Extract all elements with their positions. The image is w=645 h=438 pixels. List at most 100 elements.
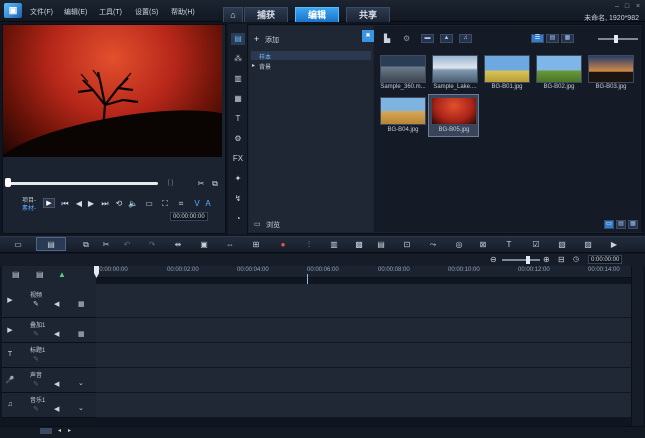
media-thumb-2[interactable] — [484, 55, 530, 83]
storyboard-view-icon[interactable]: ▭ — [12, 239, 24, 250]
media-thumb-5[interactable] — [380, 97, 426, 125]
speed-icon[interactable]: ◔ — [231, 213, 245, 225]
menu-edit[interactable]: 编辑(E) — [64, 7, 87, 17]
close-icon[interactable]: × — [633, 3, 643, 11]
mixer-icon[interactable]: ⫶ — [303, 239, 315, 250]
menu-help[interactable]: 帮助(H) — [171, 7, 195, 17]
multi-cam-icon[interactable]: ⊡ — [401, 239, 413, 250]
track-lane-title[interactable] — [96, 343, 631, 368]
prev-frame-icon[interactable]: ◀ — [74, 199, 84, 208]
media-thumb-6[interactable] — [431, 97, 477, 125]
title-icon[interactable]: T — [231, 113, 245, 125]
track-lane-music[interactable] — [96, 393, 631, 418]
instant-project-icon[interactable]: ⁂ — [231, 53, 245, 65]
mask-icon[interactable]: ◎ — [453, 239, 465, 250]
track-manager-small-icon[interactable]: ▤ — [12, 270, 20, 279]
redo-icon[interactable]: ↷ — [146, 239, 158, 250]
path-icon[interactable]: ✦ — [231, 173, 245, 185]
tree-item-backgrounds[interactable]: 背景 — [259, 62, 271, 71]
add-icon[interactable]: + — [254, 34, 259, 44]
copy-icon[interactable]: ⧉ — [80, 239, 92, 250]
video-mute-icon[interactable]: ◀ — [54, 300, 59, 308]
subtitle-icon[interactable]: ▤ — [375, 239, 387, 250]
maximize-icon[interactable]: □ — [622, 3, 632, 11]
thumb-size-slider[interactable] — [598, 38, 638, 40]
browse-label[interactable]: 浏览 — [266, 220, 280, 230]
scroll-left-icon[interactable]: ◂ — [58, 427, 61, 434]
details-view-button[interactable]: ▤ — [546, 34, 559, 43]
mark-brackets[interactable]: [ ] — [168, 180, 173, 186]
track-lane-overlay[interactable] — [96, 318, 631, 343]
settings-icon[interactable]: ⚙ — [403, 34, 410, 43]
ripple-icon[interactable]: ▲ — [58, 270, 66, 279]
track-lane-voice[interactable] — [96, 368, 631, 393]
enlarge-icon[interactable]: ⧉ — [210, 179, 220, 188]
filter-icon[interactable]: ⚙ — [231, 133, 245, 145]
tree-item-samples[interactable]: 样本 — [259, 52, 271, 61]
record-screen-icon[interactable]: ▣ — [198, 239, 210, 250]
clip-mode-label[interactable]: 素材- — [22, 203, 36, 212]
voice-expand-icon[interactable]: ⌄ — [78, 379, 84, 387]
v-icon[interactable]: V — [192, 199, 202, 208]
overlay-mute-icon[interactable]: ◀ — [54, 330, 59, 338]
chapter-icon[interactable]: ▤ — [36, 270, 44, 279]
timeline-timecode[interactable]: 0:00:00:00 — [588, 255, 623, 264]
library-mode-a-button[interactable]: ▭ — [604, 220, 614, 229]
next-frame-icon[interactable]: ▶ — [86, 199, 96, 208]
zoom-in-icon[interactable]: ⊕ — [543, 255, 550, 264]
record-icon[interactable]: ● — [277, 239, 289, 250]
media-thumb-4[interactable] — [588, 55, 634, 83]
volume-icon[interactable]: 🔈 — [128, 199, 138, 208]
play-button[interactable]: ▶ — [43, 198, 55, 208]
video-wall-icon[interactable]: ▶ — [608, 239, 620, 250]
thumb-size-handle[interactable] — [614, 35, 618, 43]
graphic-icon[interactable]: ▦ — [231, 93, 245, 105]
3d-title-icon[interactable]: T — [503, 239, 515, 250]
browse-icon[interactable]: ▭ — [254, 220, 261, 228]
library-mode-b-button[interactable]: ▤ — [616, 220, 626, 229]
media-icon[interactable]: ▤ — [231, 33, 245, 45]
cut-icon[interactable]: ✂ — [100, 239, 112, 250]
split-clip-icon[interactable]: ✂ — [196, 179, 206, 188]
filter-video-button[interactable]: ▬ — [421, 34, 434, 43]
video-fx-icon[interactable]: ▦ — [78, 300, 85, 308]
trim-icon[interactable]: ⇔ — [224, 239, 236, 250]
voice-mute-icon[interactable]: ◀ — [54, 380, 59, 388]
list-view-button[interactable]: ☰ — [531, 34, 544, 43]
stabilize-icon[interactable]: ⊠ — [477, 239, 489, 250]
motion-track-icon[interactable]: ▩ — [353, 239, 365, 250]
horizontal-scroll-thumb[interactable] — [40, 428, 52, 434]
hd-icon[interactable]: ▭ — [144, 199, 154, 208]
media-thumb-3[interactable] — [536, 55, 582, 83]
resize-icon[interactable]: ⛶ — [160, 199, 170, 208]
crop-icon[interactable]: ⌗ — [176, 199, 186, 208]
voice-edit-icon[interactable]: ✎ — [33, 380, 39, 388]
track-lane-video[interactable] — [96, 284, 631, 318]
zoom-handle[interactable] — [526, 256, 530, 264]
timeline-vertical-scrollbar[interactable] — [631, 266, 643, 426]
track-manager-icon[interactable]: ⊞ — [250, 239, 262, 250]
add-folder-label[interactable]: 添加 — [265, 35, 279, 45]
transition-icon[interactable]: ▥ — [231, 73, 245, 85]
repeat-icon[interactable]: ⟲ — [114, 199, 124, 208]
video-edit-icon[interactable]: ✎ — [33, 300, 39, 308]
tab-capture[interactable]: 捕获 — [244, 7, 288, 22]
music-expand-icon[interactable]: ⌄ — [78, 404, 84, 412]
zoom-slider[interactable] — [502, 259, 540, 261]
scroll-right-icon[interactable]: ▸ — [68, 427, 71, 434]
painting-icon[interactable]: ☑ — [530, 239, 542, 250]
preview-timecode[interactable]: 00:00:00:00 — [170, 212, 208, 221]
overlay-edit-icon[interactable]: ✎ — [33, 330, 39, 338]
pin-icon[interactable]: ✖ — [362, 30, 374, 42]
minimize-icon[interactable]: – — [612, 3, 622, 11]
time-remap-icon[interactable]: ⤳ — [427, 239, 439, 250]
filter-photo-button[interactable]: ▲ — [440, 34, 453, 43]
title-edit-icon[interactable]: ✎ — [33, 355, 39, 363]
preview-scrubber[interactable] — [8, 182, 158, 185]
color-grading-icon[interactable]: ▨ — [582, 239, 594, 250]
tab-edit[interactable]: 编辑 — [295, 7, 339, 22]
fit-project-icon[interactable]: ⊟ — [558, 255, 565, 264]
scrubber-handle[interactable] — [5, 178, 11, 187]
menu-settings[interactable]: 设置(S) — [135, 7, 158, 17]
auto-music-icon[interactable]: ▥ — [328, 239, 340, 250]
